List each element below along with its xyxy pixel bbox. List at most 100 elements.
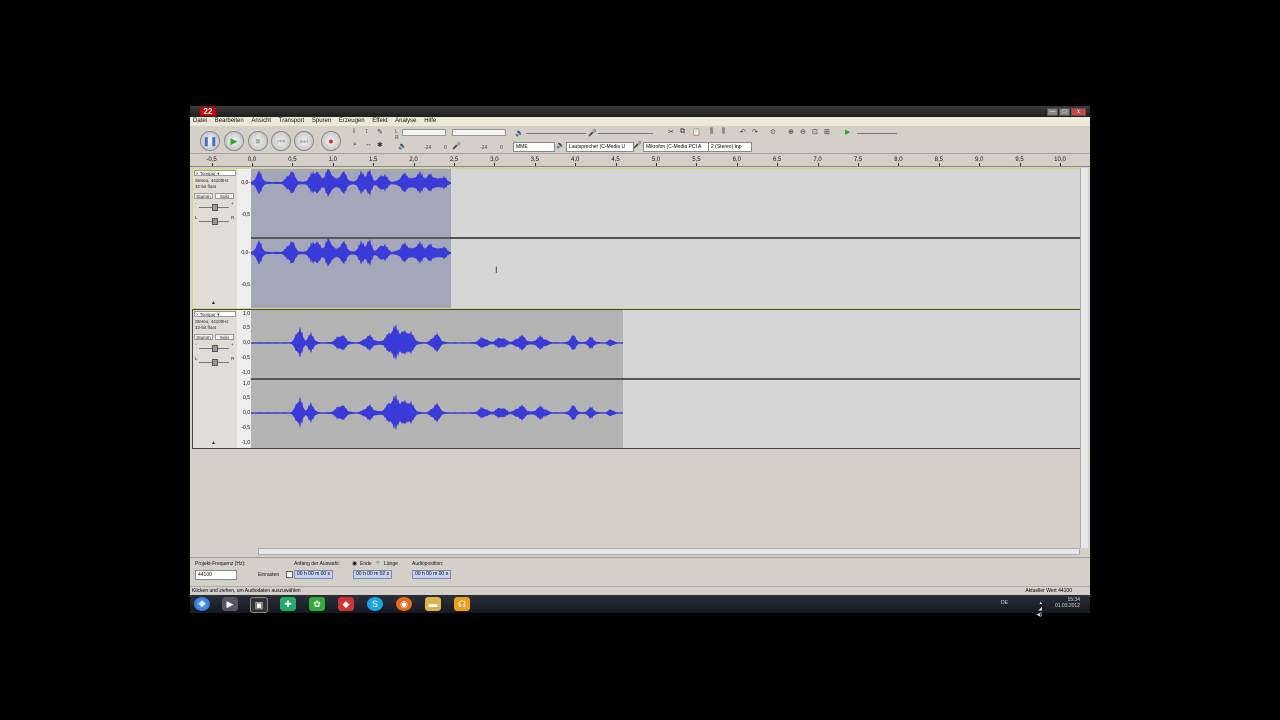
- vertical-scrollbar[interactable]: [1080, 168, 1088, 548]
- solo-button[interactable]: Solo: [215, 334, 234, 340]
- zoom-in-icon[interactable]: ⊕: [788, 128, 794, 136]
- audio-position-field[interactable]: 00 h 00 m 00 s: [412, 570, 452, 579]
- output-volume-slider[interactable]: [526, 133, 586, 134]
- menu-file[interactable]: Datei: [190, 117, 210, 126]
- record-button[interactable]: ●: [321, 131, 341, 151]
- horizontal-scrollbar[interactable]: [258, 548, 1080, 555]
- host-select[interactable]: MME: [513, 142, 555, 152]
- stop-button[interactable]: ■: [248, 131, 268, 151]
- timeshift-tool-icon[interactable]: ↔: [365, 141, 372, 148]
- envelope-tool-icon[interactable]: ↕: [365, 128, 369, 135]
- silence-icon[interactable]: ⫼: [722, 128, 725, 136]
- undo-icon[interactable]: ↶: [740, 128, 746, 136]
- start-button[interactable]: ❖: [194, 597, 210, 611]
- menu-effect[interactable]: Effekt: [369, 117, 390, 126]
- timeline-ruler[interactable]: -0,5 0,0 0,5 1,0 1,5 2,0 2,5 3,0 3,5 4,0 4,5 5,0 5,5…: [190, 154, 1090, 167]
- length-radio-label: Länge: [384, 561, 398, 567]
- audio-position-label: Audioposition:: [412, 561, 444, 567]
- audio-track-2[interactable]: × Tonspur ▾ Stereo, 44100Hz 32-bit float…: [192, 309, 1082, 449]
- gain-slider-knob[interactable]: [212, 204, 218, 211]
- end-radio[interactable]: ◉: [352, 560, 357, 567]
- menu-edit[interactable]: Bearbeiten: [212, 117, 247, 126]
- taskbar-firefox[interactable]: ◉: [396, 597, 412, 611]
- track-bitdepth: 32-bit float: [195, 184, 217, 189]
- maximize-button[interactable]: □: [1059, 108, 1070, 116]
- minimize-button[interactable]: —: [1047, 108, 1058, 116]
- playback-meter[interactable]: [402, 129, 446, 136]
- gain-slider-knob[interactable]: [212, 345, 218, 352]
- pan-slider-knob[interactable]: [212, 359, 218, 366]
- selection-end-field[interactable]: 00 h 00 m 02 s: [353, 570, 393, 579]
- copy-icon[interactable]: ⧉: [680, 128, 685, 136]
- cut-icon[interactable]: ✂: [668, 128, 674, 136]
- ruler-tick-mark: [656, 163, 657, 166]
- gain-slider[interactable]: [199, 345, 229, 352]
- channels-select[interactable]: 2 (Stereo) Inp: [708, 142, 752, 152]
- input-volume-slider[interactable]: [598, 133, 653, 134]
- menu-help[interactable]: Hilfe: [421, 117, 439, 126]
- taskbar-skype[interactable]: S: [367, 597, 383, 611]
- draw-tool-icon[interactable]: ✎: [377, 128, 383, 136]
- track-name-menu[interactable]: × Tonspur ▾: [194, 311, 236, 317]
- play-button[interactable]: ▶: [224, 131, 244, 151]
- paste-icon[interactable]: 📋: [692, 128, 701, 136]
- length-radio[interactable]: ○: [376, 560, 380, 566]
- pause-button[interactable]: ❚❚: [200, 131, 220, 151]
- track-2-right-channel[interactable]: [251, 378, 1081, 448]
- snap-label: Einrasten: [258, 572, 280, 578]
- trim-icon[interactable]: ⫼: [710, 128, 713, 136]
- play-at-speed-icon[interactable]: ▶: [845, 128, 850, 136]
- track-name-menu[interactable]: × Tonspur ▾: [194, 170, 236, 176]
- play-icon: ▶: [230, 136, 238, 146]
- pan-slider[interactable]: [199, 218, 229, 225]
- fit-selection-icon[interactable]: ⊡: [812, 128, 818, 136]
- track-1-right-channel[interactable]: I: [251, 237, 1081, 308]
- selection-start-field[interactable]: 00 h 00 m 00 s: [294, 570, 334, 579]
- solo-button[interactable]: Solo: [215, 193, 234, 199]
- taskbar-media-player[interactable]: ▶: [222, 597, 238, 611]
- taskbar-explorer[interactable]: ▬: [425, 597, 441, 611]
- multi-tool-icon[interactable]: ✱: [377, 141, 383, 149]
- taskbar-audacity[interactable]: ☊: [454, 597, 470, 611]
- pan-slider[interactable]: [199, 359, 229, 366]
- collapse-icon[interactable]: ▲: [211, 300, 216, 306]
- snap-checkbox[interactable]: [286, 571, 293, 578]
- project-rate-select[interactable]: 44100: [195, 570, 237, 580]
- language-indicator[interactable]: DE: [1001, 600, 1008, 606]
- track-1-left-channel[interactable]: [251, 169, 1081, 237]
- taskbar-terminal[interactable]: ▣: [250, 597, 268, 613]
- gain-slider[interactable]: [199, 204, 229, 211]
- fit-project-icon[interactable]: ⊞: [824, 128, 830, 136]
- menu-transport[interactable]: Transport: [276, 117, 307, 126]
- play-speed-slider[interactable]: [857, 133, 897, 134]
- mute-button[interactable]: Stumm: [194, 193, 213, 199]
- menu-analyze[interactable]: Analyse: [392, 117, 419, 126]
- taskbar-app-clover[interactable]: ✿: [309, 597, 325, 611]
- audio-track-1[interactable]: × Tonspur ▾ Stereo, 44100Hz 32-bit float…: [192, 168, 1082, 309]
- close-button[interactable]: x: [1071, 108, 1086, 116]
- taskbar-app-green[interactable]: ✚: [280, 597, 296, 611]
- zoom-out-icon[interactable]: ⊖: [800, 128, 806, 136]
- output-device-select[interactable]: Lautsprecher (C-Media U: [566, 142, 634, 152]
- track-2-left-channel[interactable]: [251, 310, 1081, 378]
- pan-slider-knob[interactable]: [212, 218, 218, 225]
- clock-date[interactable]: 01.03.2012: [1055, 603, 1080, 609]
- sync-lock-icon[interactable]: ⊙: [770, 128, 776, 136]
- skip-end-button[interactable]: ⏭: [294, 131, 314, 151]
- skip-start-button[interactable]: ⏮: [271, 131, 291, 151]
- mute-button[interactable]: Stumm: [194, 334, 213, 340]
- scale-label: 0,0: [243, 340, 250, 346]
- collapse-icon[interactable]: ▲: [211, 440, 216, 446]
- input-device-select[interactable]: Mikrofon (C-Media PCI A: [643, 142, 711, 152]
- menu-view[interactable]: Ansicht: [248, 117, 274, 126]
- record-meter[interactable]: [452, 129, 506, 136]
- meter-scale-d: 0: [500, 145, 503, 151]
- taskbar: ❖ ▶ ▣ ✚ ✿ ◆ S ◉ ▬ ☊ DE ▴ ◢ ◀) 15:34 01.0…: [190, 595, 1090, 618]
- taskbar-app-red[interactable]: ◆: [338, 597, 354, 611]
- menu-generate[interactable]: Erzeugen: [336, 117, 368, 126]
- tray-icons[interactable]: ▴ ◢ ◀): [1036, 600, 1042, 618]
- selection-tool-icon[interactable]: I: [353, 128, 355, 135]
- redo-icon[interactable]: ↷: [752, 128, 758, 136]
- zoom-tool-icon[interactable]: ⌕: [353, 141, 357, 149]
- menu-tracks[interactable]: Spuren: [309, 117, 334, 126]
